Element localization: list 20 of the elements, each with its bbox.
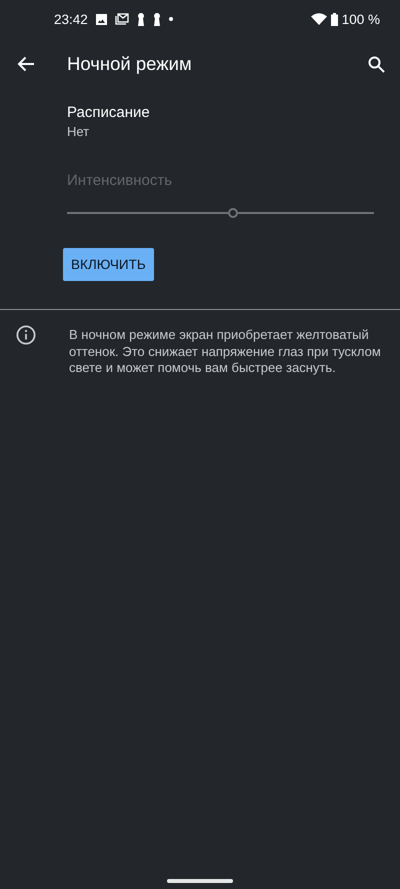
battery-icon [330,12,338,26]
navigation-handle[interactable] [167,879,233,883]
wifi-icon [310,13,327,25]
schedule-title[interactable]: Расписание [67,104,374,121]
intensity-label: Интенсивность [67,172,174,189]
info-text: В ночном режиме экран приобретает желтоватый оттенок. Это снижает напряжение глаз при тусклом свете и может помочь вам быстрее заснуть. [69,327,382,376]
search-icon [368,56,384,72]
battery-percent: 100 % [342,12,380,26]
image-icon [96,14,107,24]
schedule-value: Нет [67,124,90,139]
back-arrow-icon [17,56,35,72]
dot-icon [168,17,173,21]
mail-icon [114,13,129,25]
turn-on-button[interactable]: ВКЛЮЧИТЬ [63,248,154,281]
keyhole-icon [136,12,145,26]
clock-time: 23:42 [54,12,88,26]
info-icon [16,325,36,345]
intensity-slider[interactable] [67,207,374,219]
screen-title: Ночной режим [67,53,193,75]
keyhole-icon [152,12,161,26]
